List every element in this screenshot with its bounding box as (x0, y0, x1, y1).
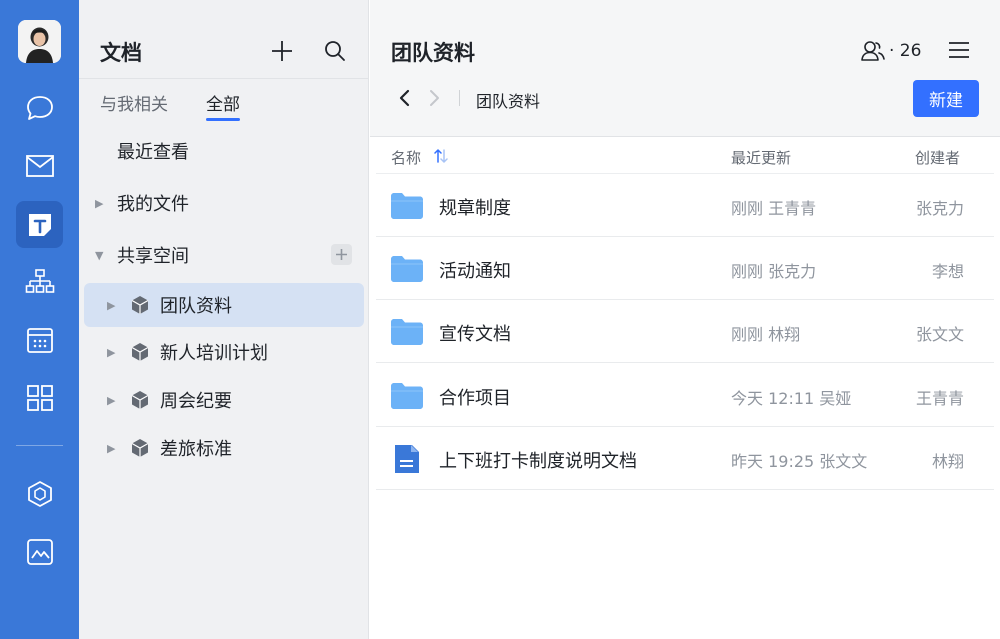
panel-title: 文档 (100, 41, 142, 65)
nav-my-files-label: 我的文件 (117, 194, 189, 215)
caret-right-icon[interactable]: ▶ (107, 299, 115, 312)
row-name: 规章制度 (439, 198, 511, 219)
space-cube-icon (131, 439, 149, 457)
rail-gallery[interactable] (16, 528, 63, 575)
space-cube-icon (131, 391, 149, 409)
table-row[interactable]: 规章制度 刚刚 王青青 张克力 (376, 174, 994, 237)
folder-icon (391, 383, 423, 409)
sort-icon[interactable] (434, 149, 448, 163)
nav-my-files[interactable]: ▶ 我的文件 (84, 181, 364, 225)
space-label: 新人培训计划 (160, 343, 268, 364)
row-name: 活动通知 (439, 261, 511, 282)
folder-icon (391, 256, 423, 282)
docs-panel: 文档 与我相关 全部 最近查看 ▶ 我的文件 ▼ 共享空间 ▶ 团队资料 ▶ 新… (79, 0, 369, 639)
main-content: 团队资料 · 26 团队资料 新建 名称 最近更新 创建者 规章制度 刚刚 王青… (370, 0, 1000, 639)
app-rail (0, 0, 79, 639)
space-item-weekly[interactable]: ▶ 周会纪要 (84, 378, 364, 422)
row-updated: 刚刚 张克力 (731, 262, 817, 281)
rail-mail[interactable] (16, 142, 63, 189)
docs-icon (28, 213, 51, 236)
org-chart-icon (25, 268, 54, 293)
row-creator: 林翔 (931, 452, 964, 471)
new-button[interactable]: 新建 (913, 80, 979, 117)
nav-shared-space[interactable]: ▼ 共享空间 (84, 233, 364, 277)
calendar-icon (26, 327, 53, 353)
page-title: 团队资料 (391, 41, 475, 65)
add-doc-button[interactable] (269, 38, 295, 64)
space-item-team-docs[interactable]: ▶ 团队资料 (84, 283, 364, 327)
chevron-left-icon (399, 89, 410, 107)
rail-apps[interactable] (16, 374, 63, 421)
row-creator: 张文文 (915, 325, 964, 344)
caret-down-icon[interactable]: ▼ (95, 249, 103, 262)
table-row[interactable]: 合作项目 今天 12:11 吴娅 王青青 (376, 364, 994, 427)
breadcrumb-divider (459, 90, 460, 106)
row-name: 合作项目 (439, 388, 511, 409)
folder-icon (391, 319, 423, 345)
chat-icon (26, 95, 53, 120)
breadcrumb[interactable]: 团队资料 (476, 88, 540, 112)
space-item-onboarding[interactable]: ▶ 新人培训计划 (84, 330, 364, 374)
column-updated[interactable]: 最近更新 (731, 147, 791, 168)
caret-right-icon[interactable]: ▶ (95, 197, 103, 210)
table-row[interactable]: 活动通知 刚刚 张克力 李想 (376, 237, 994, 300)
back-button[interactable] (394, 86, 414, 110)
member-count: · 26 (889, 41, 922, 61)
row-creator: 张克力 (915, 199, 964, 218)
active-tab-indicator (206, 118, 240, 121)
rail-divider (16, 445, 63, 446)
column-name[interactable]: 名称 (391, 147, 421, 168)
space-item-travel[interactable]: ▶ 差旅标准 (84, 426, 364, 470)
space-cube-icon (131, 296, 149, 314)
search-button[interactable] (322, 38, 348, 64)
tab-all[interactable]: 全部 (206, 90, 240, 115)
column-creator[interactable]: 创建者 (915, 147, 960, 168)
user-avatar[interactable] (18, 20, 61, 63)
caret-right-icon[interactable]: ▶ (107, 394, 115, 407)
caret-right-icon[interactable]: ▶ (107, 346, 115, 359)
space-label: 差旅标准 (160, 439, 232, 460)
mail-icon (25, 154, 54, 177)
main-header: 团队资料 · 26 团队资料 新建 (370, 0, 1000, 137)
space-cube-icon (131, 343, 149, 361)
table-row[interactable]: 上下班打卡制度说明文档 昨天 19:25 张文文 林翔 (376, 427, 994, 490)
plus-icon (336, 249, 347, 260)
row-updated: 今天 12:11 吴娅 (731, 389, 852, 408)
cube-icon (27, 480, 52, 507)
space-label: 团队资料 (160, 296, 232, 317)
plus-icon (272, 41, 292, 61)
row-creator: 王青青 (915, 389, 964, 408)
row-updated: 昨天 19:25 张文文 (731, 452, 868, 471)
rail-chat[interactable] (16, 84, 63, 131)
caret-right-icon[interactable]: ▶ (107, 442, 115, 455)
table-row[interactable]: 宣传文档 刚刚 林翔 张文文 (376, 300, 994, 363)
row-name: 宣传文档 (439, 324, 511, 345)
document-icon (395, 445, 419, 473)
rail-org[interactable] (16, 258, 63, 305)
row-updated: 刚刚 王青青 (731, 199, 817, 218)
rail-calendar[interactable] (16, 316, 63, 363)
rail-workspace[interactable] (16, 470, 63, 517)
add-space-button[interactable] (331, 244, 352, 265)
row-name: 上下班打卡制度说明文档 (439, 451, 637, 472)
row-creator: 李想 (931, 262, 964, 281)
menu-icon[interactable] (948, 40, 970, 60)
image-icon (26, 538, 53, 565)
rail-docs[interactable] (16, 201, 63, 248)
members-button[interactable]: · 26 (861, 40, 921, 62)
apps-grid-icon (26, 384, 53, 411)
members-icon (861, 41, 885, 61)
folder-icon (391, 193, 423, 219)
nav-recent-label: 最近查看 (117, 142, 189, 163)
nav-shared-space-label: 共享空间 (117, 246, 189, 267)
row-updated: 刚刚 林翔 (731, 325, 801, 344)
tab-related[interactable]: 与我相关 (100, 90, 168, 115)
forward-button[interactable] (425, 86, 445, 110)
space-label: 周会纪要 (160, 391, 232, 412)
chevron-right-icon (430, 90, 439, 106)
search-icon (325, 41, 345, 61)
panel-divider (79, 78, 369, 79)
nav-recent[interactable]: 最近查看 (84, 129, 364, 173)
